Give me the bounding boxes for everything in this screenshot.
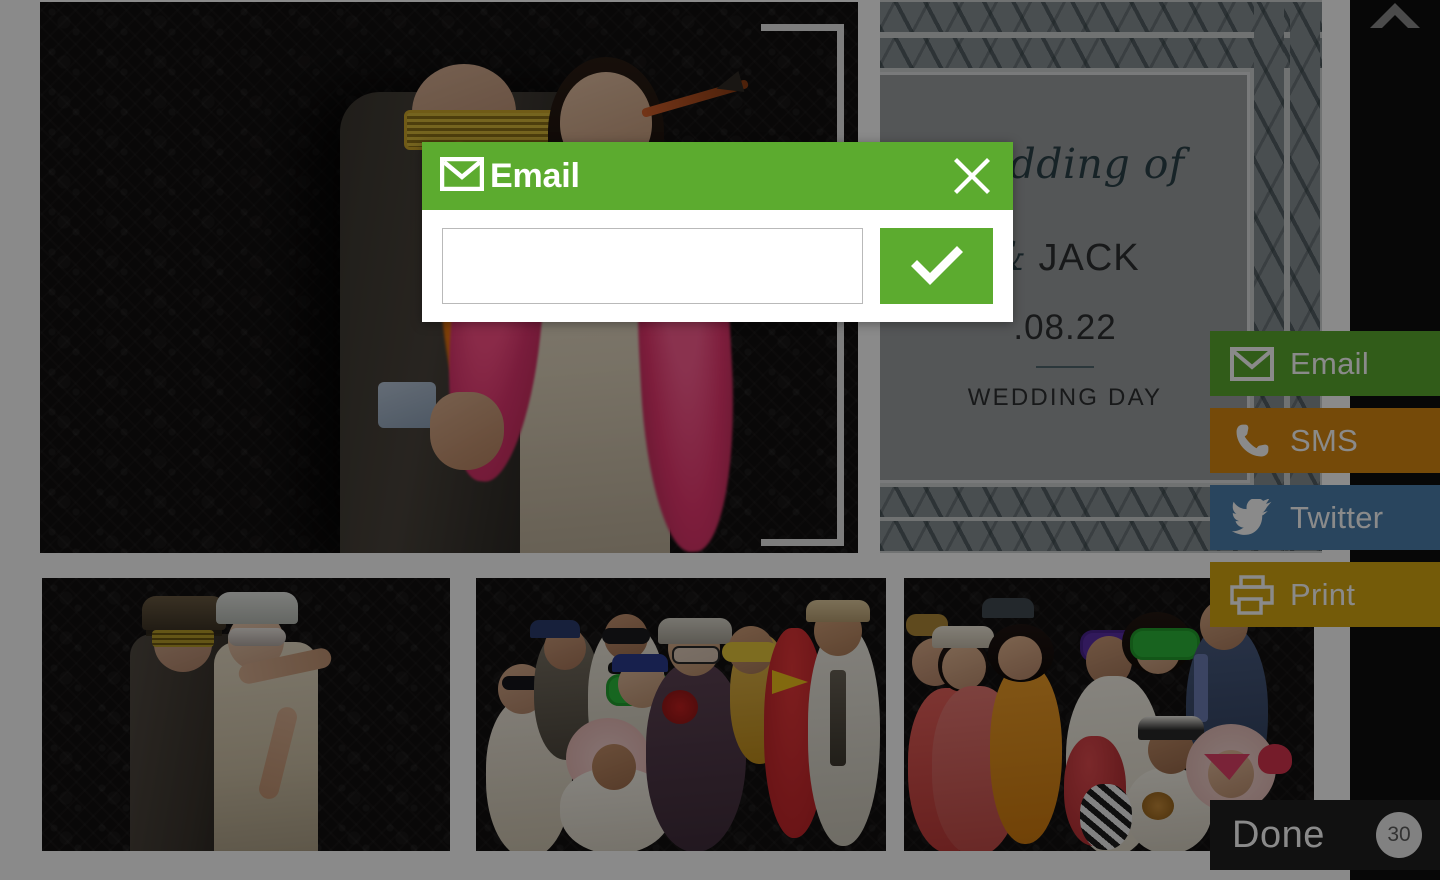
email-submit-button[interactable]: [880, 228, 993, 304]
email-dialog-header: Email: [422, 142, 1013, 210]
photo-booth-screen: Wedding of & JACK .08.22 WEDDING DAY: [0, 0, 1440, 880]
close-icon[interactable]: [949, 153, 995, 199]
email-dialog-body: [422, 210, 1013, 322]
email-dialog-title: Email: [490, 156, 580, 195]
modal-dim-overlay[interactable]: [0, 0, 1440, 880]
email-dialog-title-group: Email: [439, 156, 580, 196]
email-dialog: Email: [422, 142, 1013, 322]
envelope-icon: [439, 156, 485, 196]
email-input[interactable]: [442, 228, 863, 304]
checkmark-icon: [907, 242, 967, 291]
